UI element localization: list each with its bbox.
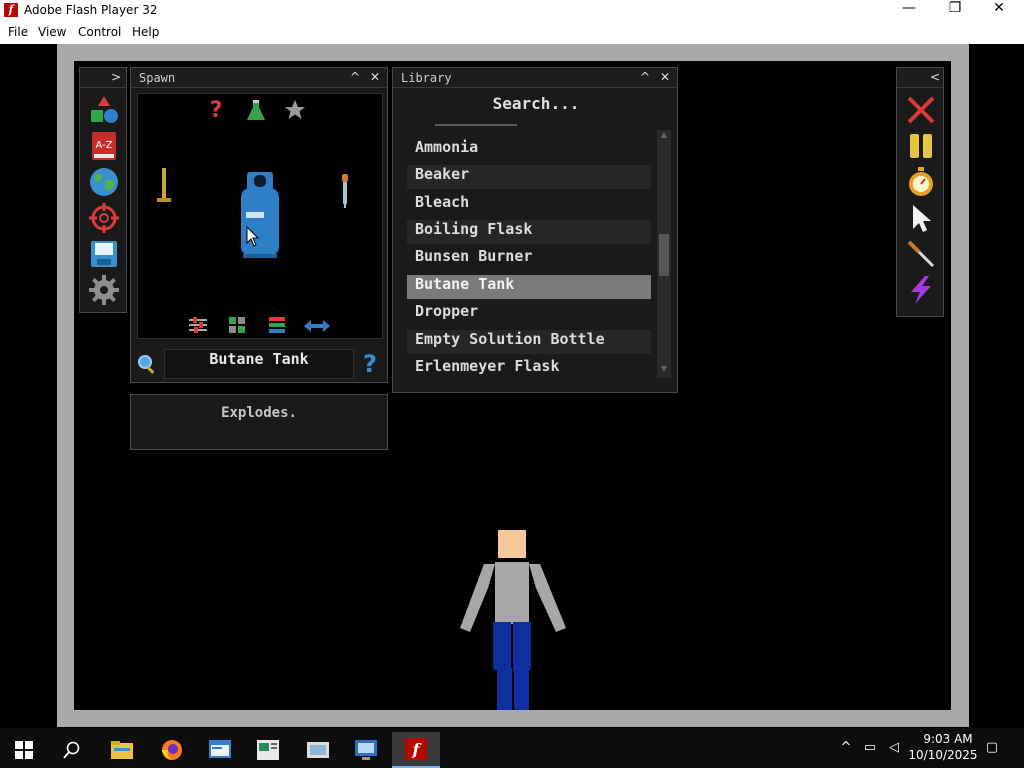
file-explorer-icon[interactable] — [98, 732, 146, 768]
list-item-beaker[interactable]: Beaker — [407, 165, 651, 189]
menu-control[interactable]: Control — [78, 25, 121, 39]
collapse-tools-button[interactable]: < — [927, 70, 943, 86]
library-scrollbar[interactable]: ▲ ▼ — [657, 130, 671, 378]
list-item-bunsen-burner[interactable]: Bunsen Burner — [407, 247, 651, 271]
item-description: Explodes. — [130, 394, 388, 450]
category-strip: > A-Z — [79, 67, 127, 313]
flash-logo-icon: f — [4, 3, 18, 17]
flask-icon[interactable] — [246, 100, 266, 126]
lightning-icon[interactable] — [905, 274, 937, 306]
shapes-icon[interactable] — [88, 94, 120, 126]
list-item-dropper[interactable]: Dropper — [407, 302, 651, 326]
app-icon-2[interactable] — [244, 732, 292, 768]
random-question-icon[interactable]: ? — [206, 98, 226, 124]
library-collapse-button[interactable]: ^ — [637, 70, 653, 86]
search-underline — [435, 124, 517, 126]
list-item-boiling-flask[interactable]: Boiling Flask — [407, 220, 651, 244]
clock-time[interactable]: 9:03 AM — [916, 732, 980, 746]
list-item-ammonia[interactable]: Ammonia — [407, 138, 651, 162]
swap-arrows-icon[interactable] — [304, 318, 330, 337]
scroll-down-icon[interactable]: ▼ — [657, 364, 671, 378]
pause-icon[interactable] — [905, 130, 937, 162]
list-item-butane-tank[interactable]: Butane Tank — [407, 275, 651, 299]
help-question-icon[interactable]: ? — [359, 350, 381, 378]
tool-strip: < — [896, 67, 944, 317]
a-z-label: A-Z — [95, 140, 112, 151]
library-panel: Library ^ ✕ Search... Ammonia Beaker Ble… — [392, 67, 678, 393]
save-icon[interactable] — [88, 238, 120, 270]
list-view-icon[interactable] — [268, 316, 286, 338]
selected-item-name: Butane Tank — [164, 349, 354, 379]
spawn-collapse-button[interactable]: ^ — [347, 70, 363, 86]
flash-player-icon[interactable]: f — [392, 732, 440, 768]
spawn-name-bar: Butane Tank ? — [131, 346, 389, 382]
tool-strip-header: < — [897, 68, 943, 88]
firefox-icon[interactable] — [148, 732, 196, 768]
spawn-panel-header: Spawn ^ ✕ — [131, 68, 387, 88]
expand-categories-button[interactable]: > — [108, 70, 124, 86]
library-search-input[interactable]: Search... — [403, 94, 669, 122]
minimize-button[interactable]: — — [886, 0, 932, 22]
network-icon[interactable]: ▭ — [860, 738, 880, 758]
volume-muted-icon[interactable]: ◁ — [884, 738, 904, 758]
window-titlebar: f Adobe Flash Player 32 — ❐ ✕ — [0, 0, 1024, 22]
crosshair-icon[interactable] — [88, 202, 120, 234]
library-panel-title: Library — [401, 71, 452, 85]
search-icon[interactable] — [48, 732, 96, 768]
spawn-panel-title: Spawn — [139, 71, 176, 85]
taskbar: f ^ ▭ ◁ 9:03 AM 10/10/2025 ▢ — [0, 728, 1024, 768]
app-icon-4[interactable] — [342, 732, 390, 768]
app-icon-1[interactable] — [196, 732, 244, 768]
menu-view[interactable]: View — [38, 25, 66, 39]
library-close-button[interactable]: ✕ — [657, 70, 673, 86]
magnifier-icon[interactable] — [137, 354, 157, 378]
list-item-empty-solution-bottle[interactable]: Empty Solution Bottle — [407, 330, 651, 354]
grid-view-icon[interactable] — [228, 316, 246, 338]
bunsen-burner-preview[interactable] — [156, 168, 172, 208]
cursor-icon[interactable] — [905, 202, 937, 234]
gear-icon[interactable] — [88, 274, 120, 306]
spawn-panel: Spawn ^ ✕ ? Butane Tank ? — [130, 67, 388, 383]
knife-icon[interactable] — [905, 238, 937, 270]
a-z-icon[interactable]: A-Z — [88, 130, 120, 162]
spawn-close-button[interactable]: ✕ — [367, 70, 383, 86]
library-list: Ammonia Beaker Bleach Boiling Flask Buns… — [407, 138, 651, 384]
spawn-preview: ? — [137, 93, 383, 339]
scrollbar-thumb[interactable] — [659, 234, 669, 276]
globe-icon[interactable] — [88, 166, 120, 198]
timer-icon[interactable] — [905, 166, 937, 198]
adjust-settings-icon[interactable] — [188, 316, 208, 338]
mouse-cursor-icon — [246, 225, 260, 252]
clock-date[interactable]: 10/10/2025 — [906, 748, 980, 762]
game-stage[interactable]: > A-Z Spawn ^ ✕ ? Butane Tank ? Explodes… — [74, 61, 951, 710]
list-item-erlenmeyer-flask[interactable]: Erlenmeyer Flask — [407, 357, 651, 381]
notification-icon[interactable]: ▢ — [982, 738, 1002, 758]
dropper-preview[interactable] — [340, 174, 350, 212]
window-title: Adobe Flash Player 32 — [24, 3, 158, 17]
clear-icon[interactable] — [905, 94, 937, 126]
app-icon-3[interactable] — [294, 732, 342, 768]
scroll-up-icon[interactable]: ▲ — [657, 130, 671, 144]
menu-help[interactable]: Help — [132, 25, 159, 39]
library-panel-header: Library ^ ✕ — [393, 68, 677, 88]
close-window-button[interactable]: ✕ — [976, 0, 1022, 22]
category-strip-header: > — [80, 68, 126, 88]
star-icon[interactable] — [284, 99, 306, 125]
ragdoll-character[interactable] — [458, 528, 568, 710]
start-icon[interactable] — [0, 732, 48, 768]
tray-chevron-icon[interactable]: ^ — [836, 738, 856, 758]
menu-file[interactable]: File — [8, 25, 28, 39]
list-item-bleach[interactable]: Bleach — [407, 193, 651, 217]
menu-bar: File View Control Help — [0, 22, 1024, 44]
restore-button[interactable]: ❐ — [932, 0, 978, 22]
